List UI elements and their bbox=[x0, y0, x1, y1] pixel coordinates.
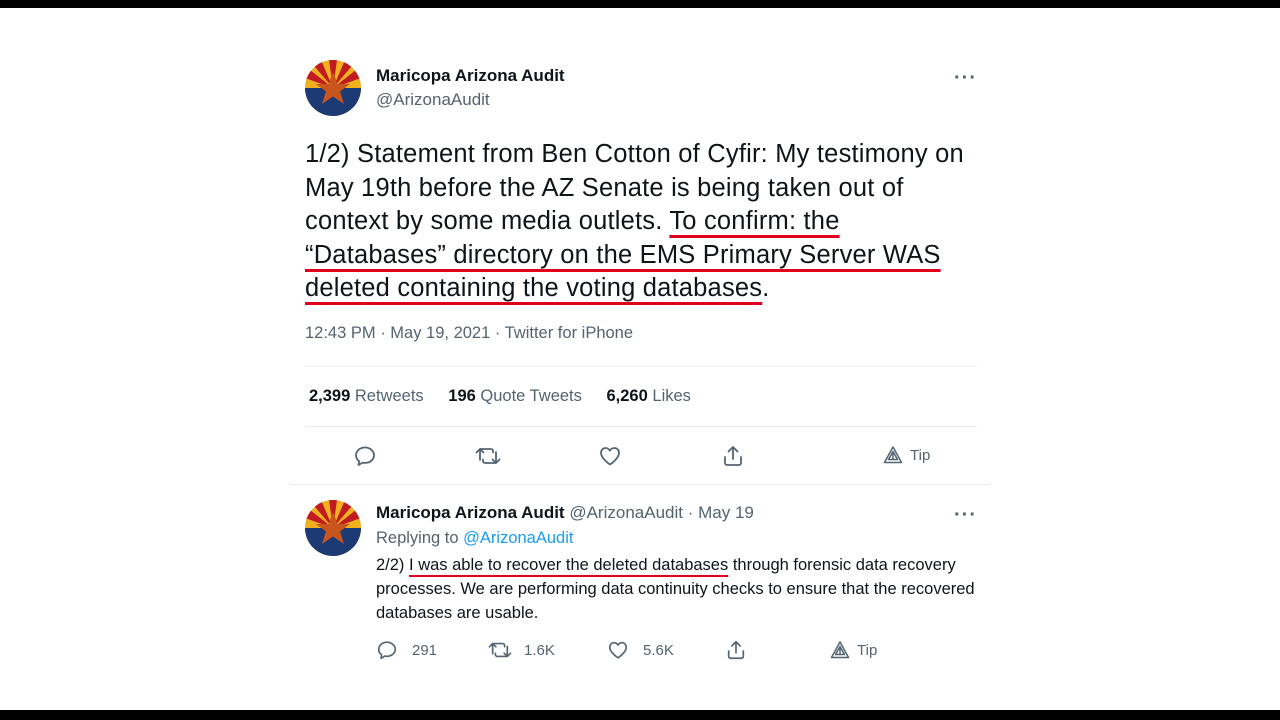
reply-tip-button[interactable]: Tip bbox=[830, 640, 877, 660]
like-button[interactable] bbox=[598, 444, 622, 468]
retweets-label: Retweets bbox=[354, 387, 424, 405]
quote-tweets-label: Quote Tweets bbox=[480, 387, 582, 405]
reply-text-highlighted: I was able to recover the deleted databa… bbox=[409, 556, 729, 574]
like-count: 5.6K bbox=[643, 641, 674, 659]
reply-like-button[interactable]: 5.6K bbox=[607, 639, 674, 661]
replying-to: Replying to @ArizonaAudit bbox=[376, 529, 573, 548]
reply-icon bbox=[355, 446, 375, 466]
reply-author-avatar[interactable] bbox=[305, 500, 361, 556]
reply-reply-button[interactable]: 291 bbox=[376, 639, 437, 661]
tip-icon bbox=[830, 641, 850, 659]
reply-text-prefix: 2/2) bbox=[376, 556, 410, 574]
share-button[interactable] bbox=[721, 444, 745, 468]
tweet-text: 1/2) Statement from Ben Cotton of Cyfir:… bbox=[305, 138, 985, 306]
reply-count: 291 bbox=[412, 641, 438, 659]
reply-author-name[interactable]: Maricopa Arizona Audit bbox=[376, 503, 565, 522]
replying-to-label: Replying to bbox=[376, 529, 459, 547]
reply-more-options-icon[interactable]: ··· bbox=[954, 505, 977, 525]
share-icon bbox=[724, 446, 742, 466]
tip-icon bbox=[883, 446, 903, 464]
reply-author-handle[interactable]: @ArizonaAudit bbox=[569, 503, 683, 522]
reply-icon bbox=[377, 641, 397, 660]
more-options-icon[interactable]: ··· bbox=[954, 68, 977, 88]
reply-header: Maricopa Arizona Audit @ArizonaAudit · M… bbox=[376, 503, 754, 523]
quote-tweets-count: 196 bbox=[448, 387, 476, 405]
likes-stat[interactable]: 6,260 Likes bbox=[607, 387, 691, 405]
author-name[interactable]: Maricopa Arizona Audit bbox=[376, 66, 565, 86]
retweets-count: 2,399 bbox=[309, 387, 351, 405]
retweet-button[interactable] bbox=[475, 444, 501, 468]
retweets-stat[interactable]: 2,399 Retweets bbox=[309, 387, 424, 405]
likes-count: 6,260 bbox=[606, 387, 648, 405]
replying-to-handle[interactable]: @ArizonaAudit bbox=[463, 529, 573, 547]
heart-icon bbox=[608, 641, 628, 659]
reply-share-button[interactable] bbox=[725, 639, 747, 661]
tweet-detail: Maricopa Arizona Audit @ArizonaAudit ···… bbox=[290, 8, 990, 710]
tweet-timestamp[interactable]: 12:43 PM · May 19, 2021 · Twitter for iP… bbox=[305, 324, 633, 343]
tweet-text-plain: 1/2) Statement from Ben Cotton of Cyfir:… bbox=[305, 140, 964, 235]
divider bbox=[305, 426, 977, 427]
likes-label: Likes bbox=[652, 387, 691, 405]
divider bbox=[305, 366, 977, 367]
tip-label: Tip bbox=[857, 641, 878, 659]
tip-button[interactable]: Tip bbox=[883, 445, 930, 465]
tweet-stats: 2,399 Retweets 196 Quote Tweets 6,260 Li… bbox=[309, 387, 711, 406]
reply-button[interactable] bbox=[353, 444, 377, 468]
reply-retweet-button[interactable]: 1.6K bbox=[488, 639, 555, 661]
heart-icon bbox=[600, 447, 620, 466]
share-icon bbox=[727, 640, 745, 660]
screenshot-frame: Maricopa Arizona Audit @ArizonaAudit ···… bbox=[0, 8, 1280, 710]
reply-text: 2/2) I was able to recover the deleted d… bbox=[376, 553, 986, 625]
arizona-flag-avatar-icon bbox=[305, 500, 361, 556]
tweet-text-end: . bbox=[762, 274, 770, 302]
tip-label: Tip bbox=[910, 446, 931, 464]
retweet-icon bbox=[475, 448, 501, 464]
retweet-count: 1.6K bbox=[524, 641, 555, 659]
divider bbox=[290, 484, 990, 485]
author-avatar[interactable] bbox=[305, 60, 361, 116]
quote-tweets-stat[interactable]: 196 Quote Tweets bbox=[448, 387, 582, 405]
reply-date[interactable]: · May 19 bbox=[688, 503, 754, 522]
author-handle[interactable]: @ArizonaAudit bbox=[376, 90, 490, 110]
retweet-icon bbox=[488, 642, 512, 658]
arizona-flag-avatar-icon bbox=[305, 60, 361, 116]
